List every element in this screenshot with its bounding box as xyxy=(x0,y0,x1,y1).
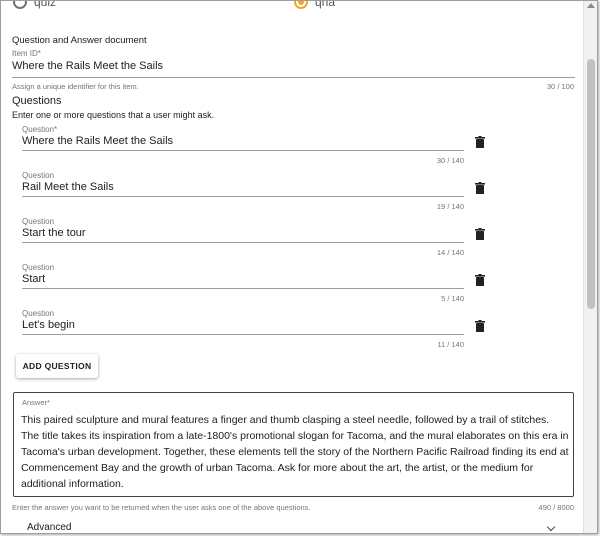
answer-textarea[interactable]: This paired sculpture and mural features… xyxy=(21,412,569,492)
radio-qna-label: qna xyxy=(315,0,336,9)
question-5-input[interactable]: Let's begin xyxy=(22,319,75,331)
question-3-counter: 14 / 140 xyxy=(436,248,464,257)
answer-field[interactable]: Answer* This paired sculpture and mural … xyxy=(13,392,574,497)
item-id-underline xyxy=(12,77,575,78)
question-2-input[interactable]: Rail Meet the Sails xyxy=(22,181,114,193)
item-id-counter: 30 / 100 xyxy=(546,82,574,91)
trash-icon[interactable] xyxy=(475,228,485,240)
questions-heading: Questions xyxy=(12,95,62,107)
question-2-label: Question xyxy=(22,171,55,180)
question-5-counter: 11 / 140 xyxy=(437,340,464,349)
question-4-counter: 5 / 140 xyxy=(441,294,464,303)
radio-quiz-circle[interactable] xyxy=(13,1,27,9)
scroll-thumb[interactable] xyxy=(587,59,595,309)
answer-label: Answer* xyxy=(22,398,50,407)
question-4-input[interactable]: Start xyxy=(22,273,45,285)
qna-editor-panel: quiz qna Question and Answer document It… xyxy=(0,0,598,534)
question-1-underline xyxy=(22,150,464,151)
scroll-up-arrow-icon[interactable] xyxy=(587,3,595,8)
question-3-label: Question xyxy=(22,217,55,226)
radio-quiz[interactable]: quiz xyxy=(13,0,57,9)
question-5-underline xyxy=(22,334,464,335)
answer-helper: Enter the answer you want to be returned… xyxy=(12,503,311,512)
question-1-counter: 30 / 140 xyxy=(436,156,464,165)
add-question-button[interactable]: ADD QUESTION xyxy=(16,354,98,378)
question-5-label: Question xyxy=(22,309,55,318)
item-id-helper: Assign a unique identifier for this item… xyxy=(12,82,139,91)
question-1-label: Question* xyxy=(22,125,58,134)
trash-icon[interactable] xyxy=(475,320,485,332)
question-3-input[interactable]: Start the tour xyxy=(22,227,86,239)
question-1-input[interactable]: Where the Rails Meet the Sails xyxy=(22,135,173,147)
item-id-label: Item ID* xyxy=(12,49,41,58)
trash-icon[interactable] xyxy=(475,182,485,194)
section-title: Question and Answer document xyxy=(12,35,147,46)
question-4-underline xyxy=(22,288,464,289)
radio-quiz-label: quiz xyxy=(34,0,57,9)
trash-icon[interactable] xyxy=(475,136,485,148)
vertical-scrollbar[interactable] xyxy=(583,1,597,533)
trash-icon[interactable] xyxy=(475,274,485,286)
answer-counter: 490 / 8000 xyxy=(538,503,574,512)
question-2-counter: 19 / 140 xyxy=(436,202,464,211)
question-2-underline xyxy=(22,196,464,197)
item-id-input[interactable]: Where the Rails Meet the Sails xyxy=(12,60,163,72)
questions-subtext: Enter one or more questions that a user … xyxy=(12,110,215,120)
advanced-section-toggle[interactable]: Advanced xyxy=(27,522,71,533)
question-3-underline xyxy=(22,242,464,243)
radio-qna-circle[interactable] xyxy=(294,1,308,9)
radio-qna[interactable]: qna xyxy=(294,0,336,9)
chevron-down-icon[interactable] xyxy=(546,522,556,532)
question-4-label: Question xyxy=(22,263,55,272)
